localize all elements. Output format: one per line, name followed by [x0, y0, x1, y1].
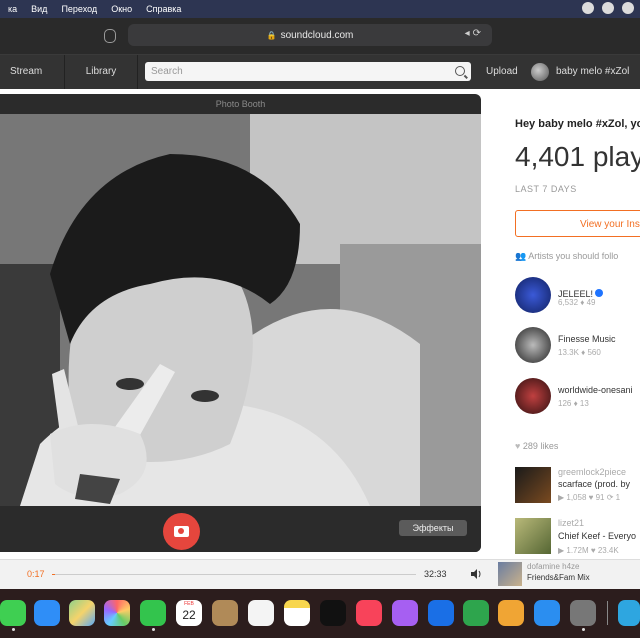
facetime-icon[interactable]	[140, 600, 166, 626]
dock: FEB 22	[0, 589, 640, 638]
artist-stats: 126 ♦ 13	[558, 399, 589, 408]
numbers-icon[interactable]	[463, 600, 489, 626]
menu-bar: ка Вид Переход Окно Справка	[0, 0, 640, 18]
avatar[interactable]	[531, 63, 549, 81]
menu-item-go[interactable]: Переход	[61, 4, 97, 14]
volume-icon[interactable]	[470, 568, 482, 580]
track-stats: ▶ 1,058 ♥ 91 ⟳ 1	[558, 493, 621, 502]
artist-stats: 6,532 ♦ 49	[558, 298, 596, 307]
verified-icon	[595, 288, 604, 297]
search-icon[interactable]	[455, 66, 465, 76]
camera-icon	[174, 526, 189, 537]
system-preferences-icon[interactable]	[570, 600, 596, 626]
progress-bar[interactable]	[52, 574, 416, 575]
search-placeholder: Search	[151, 66, 183, 77]
track-artwork[interactable]	[515, 518, 551, 554]
calendar-month: FEB	[184, 601, 194, 607]
player-bar: 0:17 32:33 dofamine h4ze Friends&Fam Mix	[0, 559, 640, 590]
nav-library[interactable]: Library	[64, 55, 138, 89]
privacy-shield-icon[interactable]	[104, 29, 116, 43]
users-icon: 👥	[515, 251, 529, 261]
artist-name[interactable]: worldwide-onesani	[558, 385, 633, 395]
calendar-icon[interactable]: FEB 22	[176, 600, 202, 626]
track-user[interactable]: greemlock2piece	[558, 467, 626, 477]
effects-button[interactable]: Эффекты	[399, 520, 467, 536]
now-playing-title[interactable]: Friends&Fam Mix	[527, 573, 590, 582]
address-bar[interactable]: 🔒 soundcloud.com ◂⟳	[128, 24, 492, 46]
info-icon[interactable]	[622, 2, 634, 14]
likes-count: ♥ 289 likes	[515, 441, 559, 451]
camera-preview	[0, 114, 481, 506]
artists-section-title: 👥 Artists you should follo	[515, 251, 619, 261]
photo-booth-controls: Эффекты	[0, 506, 481, 552]
photos-icon[interactable]	[104, 600, 130, 626]
maps-icon[interactable]	[69, 600, 95, 626]
music-icon[interactable]	[356, 600, 382, 626]
dock-separator	[607, 601, 608, 625]
menu-item-view[interactable]: Вид	[31, 4, 47, 14]
artist-name[interactable]: JELEEL!	[515, 284, 604, 302]
messages-icon[interactable]	[0, 600, 26, 626]
camera-image	[0, 114, 481, 506]
running-indicator	[12, 628, 15, 631]
now-playing-artwork[interactable]	[498, 562, 522, 586]
artist-avatar[interactable]	[515, 327, 551, 363]
elapsed-time: 0:17	[27, 569, 45, 579]
reminders-icon[interactable]	[248, 600, 274, 626]
plays-count: 4,401 play	[515, 141, 640, 172]
app-store-icon[interactable]	[534, 600, 560, 626]
telegram-icon[interactable]	[618, 600, 640, 626]
track-user[interactable]: lizet21	[558, 518, 584, 528]
heart-icon: ♥	[515, 441, 523, 451]
username[interactable]: baby melo #xZol	[556, 55, 629, 89]
running-indicator	[152, 628, 155, 631]
window-title: Photo Booth	[215, 99, 266, 109]
track-title[interactable]: Chief Keef - Everyo	[558, 531, 636, 541]
upload-link[interactable]: Upload	[486, 55, 518, 89]
duration: 32:33	[424, 569, 447, 579]
soundcloud-header: Stream Library Search Upload baby melo #…	[0, 55, 640, 89]
mail-icon[interactable]	[34, 600, 60, 626]
progress-fill	[52, 574, 56, 575]
photo-booth-window: Photo Booth Эффекты	[0, 94, 481, 552]
track-stats: ▶ 1.72M ♥ 23.4K	[558, 546, 619, 555]
podcasts-icon[interactable]	[392, 600, 418, 626]
notes-icon[interactable]	[284, 600, 310, 626]
keynote-icon[interactable]	[498, 600, 524, 626]
artist-name[interactable]: Finesse Music	[558, 334, 616, 344]
now-playing-user[interactable]: dofamine h4ze	[527, 562, 579, 571]
track-artwork[interactable]	[515, 467, 551, 503]
artist-avatar[interactable]	[515, 378, 551, 414]
creative-cloud-icon[interactable]	[582, 2, 594, 14]
take-photo-button[interactable]	[163, 513, 200, 550]
browser-toolbar: 🔒 soundcloud.com ◂⟳	[0, 18, 640, 55]
menu-item-app[interactable]: ка	[8, 4, 17, 14]
play-icon[interactable]	[602, 2, 614, 14]
search-input[interactable]: Search	[145, 62, 471, 81]
view-insights-button[interactable]: View your Ins	[515, 210, 640, 237]
menu-item-help[interactable]: Справка	[146, 4, 181, 14]
apple-tv-icon[interactable]	[320, 600, 346, 626]
period-label: LAST 7 DAYS	[515, 184, 577, 194]
reload-icon[interactable]: ◂⟳	[465, 28, 484, 39]
url-text: soundcloud.com	[280, 29, 354, 41]
lock-icon: 🔒	[266, 30, 277, 40]
nav-stream[interactable]: Stream	[0, 55, 65, 89]
track-title[interactable]: scarface (prod. by	[558, 479, 630, 489]
contacts-icon[interactable]	[212, 600, 238, 626]
artist-stats: 13.3K ♦ 560	[558, 348, 601, 357]
running-indicator	[582, 628, 585, 631]
calendar-day: 22	[182, 608, 196, 622]
menu-item-window[interactable]: Окно	[111, 4, 132, 14]
greeting: Hey baby melo #xZol, yo	[515, 118, 640, 130]
app-store-ios-icon[interactable]	[428, 600, 454, 626]
